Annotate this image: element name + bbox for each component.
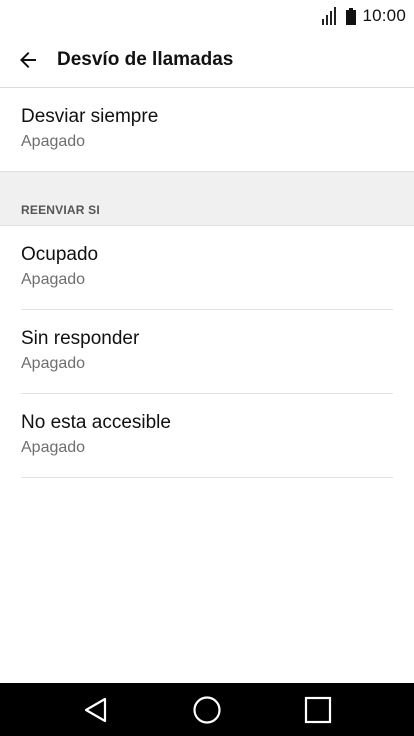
nav-recents-square-icon <box>305 696 332 723</box>
list-item-always-forward[interactable]: Desviar siempre Apagado <box>0 88 414 172</box>
list-item-status: Apagado <box>21 439 86 456</box>
always-forward-list: Desviar siempre Apagado <box>0 88 414 172</box>
navigation-bar <box>0 683 414 736</box>
battery-icon <box>346 7 357 25</box>
nav-home-button[interactable] <box>177 683 237 736</box>
list-item-title: Sin responder <box>21 328 140 349</box>
nav-back-button[interactable] <box>66 683 126 736</box>
list-item-status: Apagado <box>21 133 86 150</box>
list-item-status: Apagado <box>21 271 86 288</box>
status-bar: 10:00 <box>0 0 414 32</box>
list-item-busy[interactable]: Ocupado Apagado <box>0 226 414 310</box>
list-item-title: No esta accesible <box>21 412 171 433</box>
list-item-status: Apagado <box>21 355 86 372</box>
page-title: Desvío de llamadas <box>57 48 234 70</box>
section-header-label: REENVIAR SI <box>21 203 100 217</box>
list-item-title: Ocupado <box>21 244 99 265</box>
status-clock: 10:00 <box>362 6 406 25</box>
app-bar: Desvío de llamadas <box>0 32 414 88</box>
nav-back-triangle-icon <box>84 697 106 722</box>
nav-home-circle-icon <box>193 695 221 724</box>
conditional-forward-list: Ocupado Apagado Sin responder Apagado No… <box>0 226 414 478</box>
section-header: REENVIAR SI <box>0 171 414 226</box>
list-item-unreachable[interactable]: No esta accesible Apagado <box>0 394 414 478</box>
back-button[interactable] <box>0 32 56 88</box>
list-item-title: Desviar siempre <box>21 106 159 127</box>
signal-bars-icon <box>322 7 337 25</box>
list-item-no-answer[interactable]: Sin responder Apagado <box>0 310 414 394</box>
arrow-back-icon <box>20 51 36 68</box>
nav-recents-button[interactable] <box>288 683 348 736</box>
